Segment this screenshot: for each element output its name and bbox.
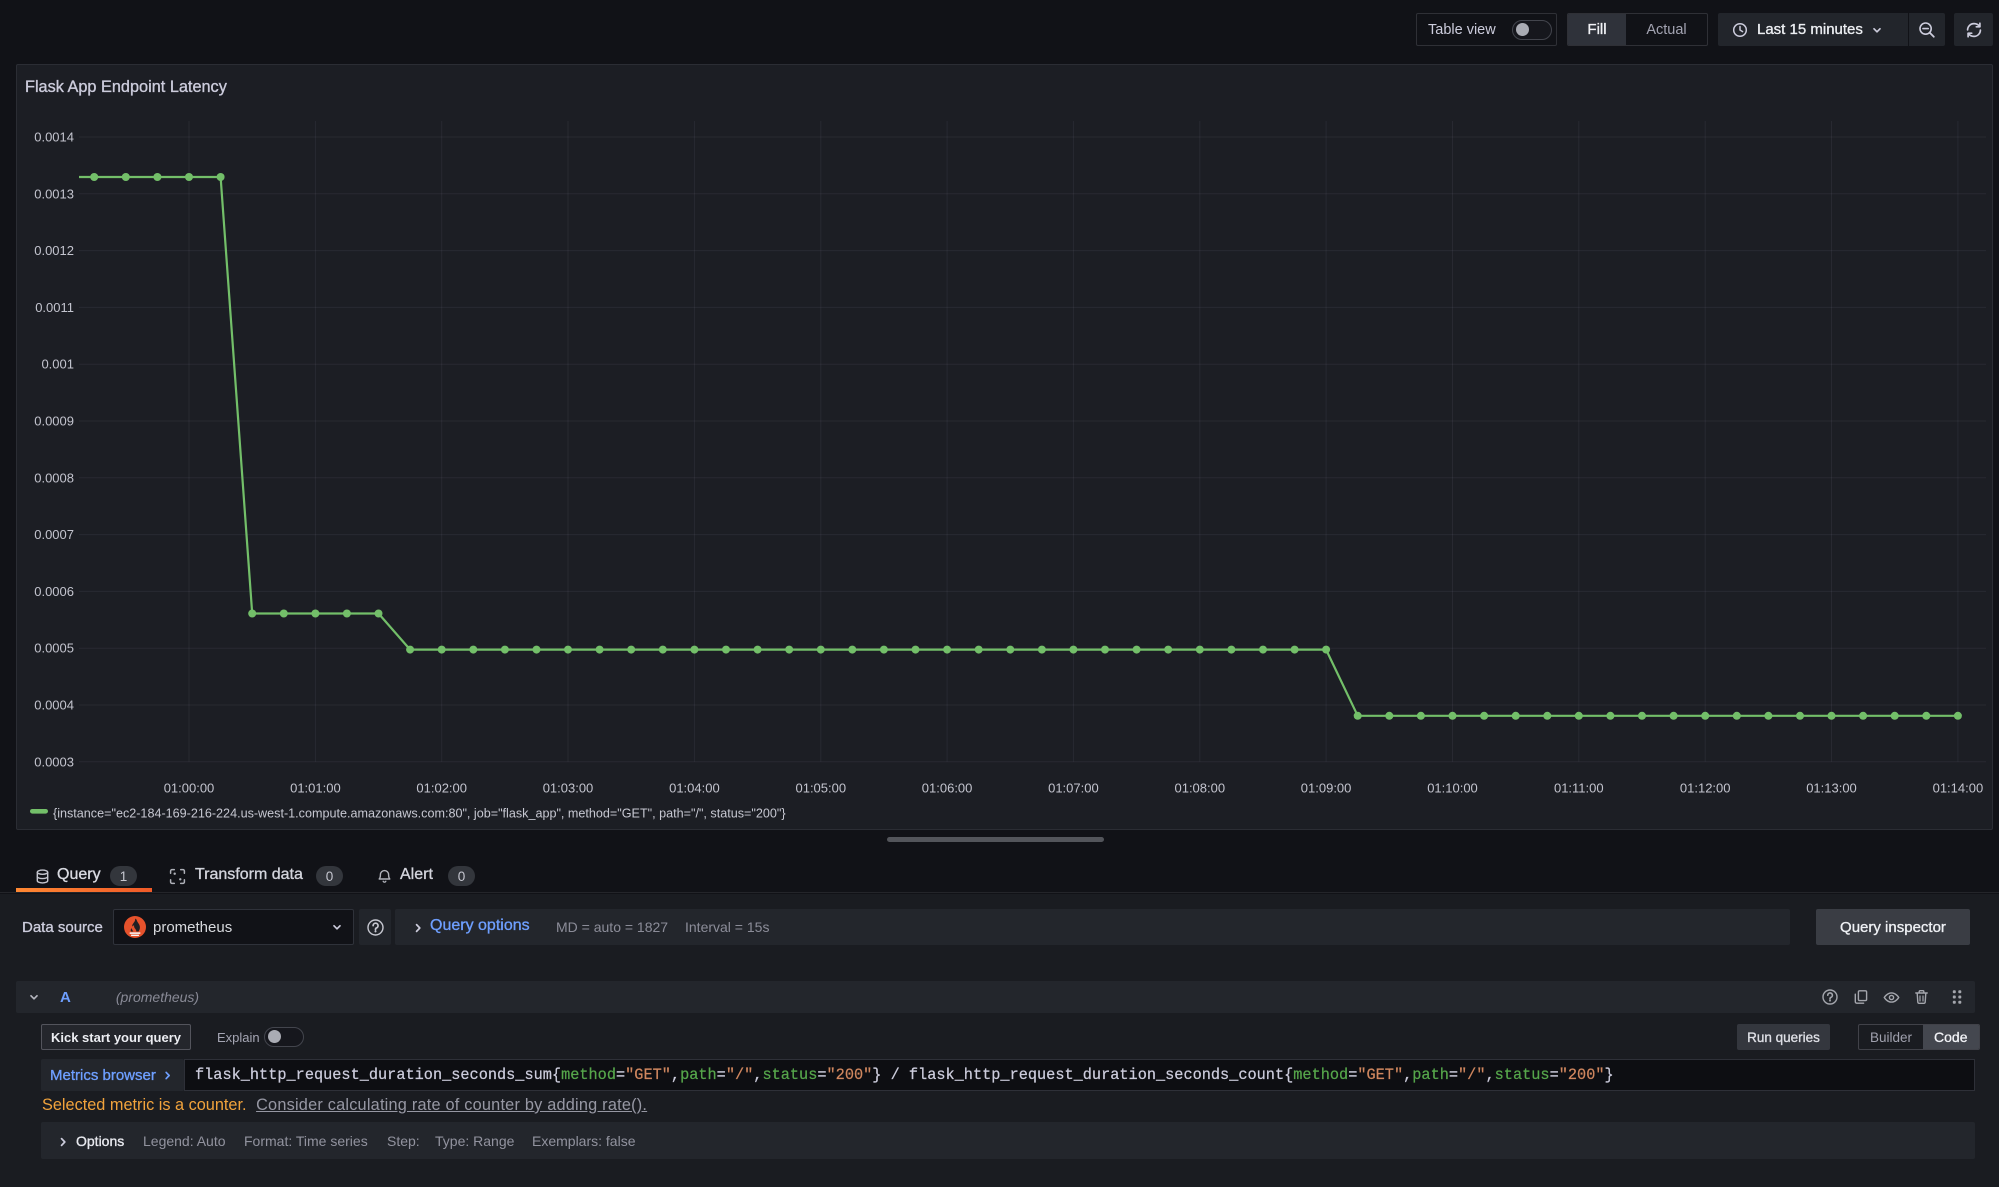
svg-text:01:12:00: 01:12:00 (1680, 781, 1731, 796)
svg-text:01:10:00: 01:10:00 (1427, 781, 1478, 796)
svg-text:0.0004: 0.0004 (34, 698, 74, 713)
svg-text:01:14:00: 01:14:00 (1933, 781, 1984, 796)
svg-text:01:03:00: 01:03:00 (543, 781, 594, 796)
svg-text:0.0014: 0.0014 (34, 130, 74, 145)
svg-text:0.0009: 0.0009 (34, 414, 74, 429)
svg-text:0.0012: 0.0012 (34, 243, 74, 258)
svg-text:01:08:00: 01:08:00 (1174, 781, 1225, 796)
svg-text:01:04:00: 01:04:00 (669, 781, 720, 796)
svg-text:0.0011: 0.0011 (35, 300, 74, 315)
svg-text:0.0003: 0.0003 (34, 754, 74, 769)
svg-text:{instance="ec2-184-169-216-224: {instance="ec2-184-169-216-224.us-west-1… (53, 807, 786, 821)
svg-text:01:09:00: 01:09:00 (1301, 781, 1352, 796)
svg-text:01:02:00: 01:02:00 (416, 781, 467, 796)
svg-text:0.0005: 0.0005 (34, 641, 74, 656)
svg-text:01:11:00: 01:11:00 (1554, 781, 1604, 796)
svg-text:0.0008: 0.0008 (34, 470, 74, 485)
svg-text:01:06:00: 01:06:00 (922, 781, 973, 796)
svg-text:0.001: 0.001 (41, 357, 74, 372)
svg-text:01:05:00: 01:05:00 (795, 781, 846, 796)
svg-text:0.0007: 0.0007 (34, 527, 74, 542)
svg-text:01:00:00: 01:00:00 (164, 781, 215, 796)
svg-text:0.0006: 0.0006 (34, 584, 74, 599)
svg-text:0.0013: 0.0013 (34, 186, 74, 201)
svg-text:01:01:00: 01:01:00 (290, 781, 341, 796)
svg-text:01:13:00: 01:13:00 (1806, 781, 1857, 796)
svg-text:01:07:00: 01:07:00 (1048, 781, 1099, 796)
